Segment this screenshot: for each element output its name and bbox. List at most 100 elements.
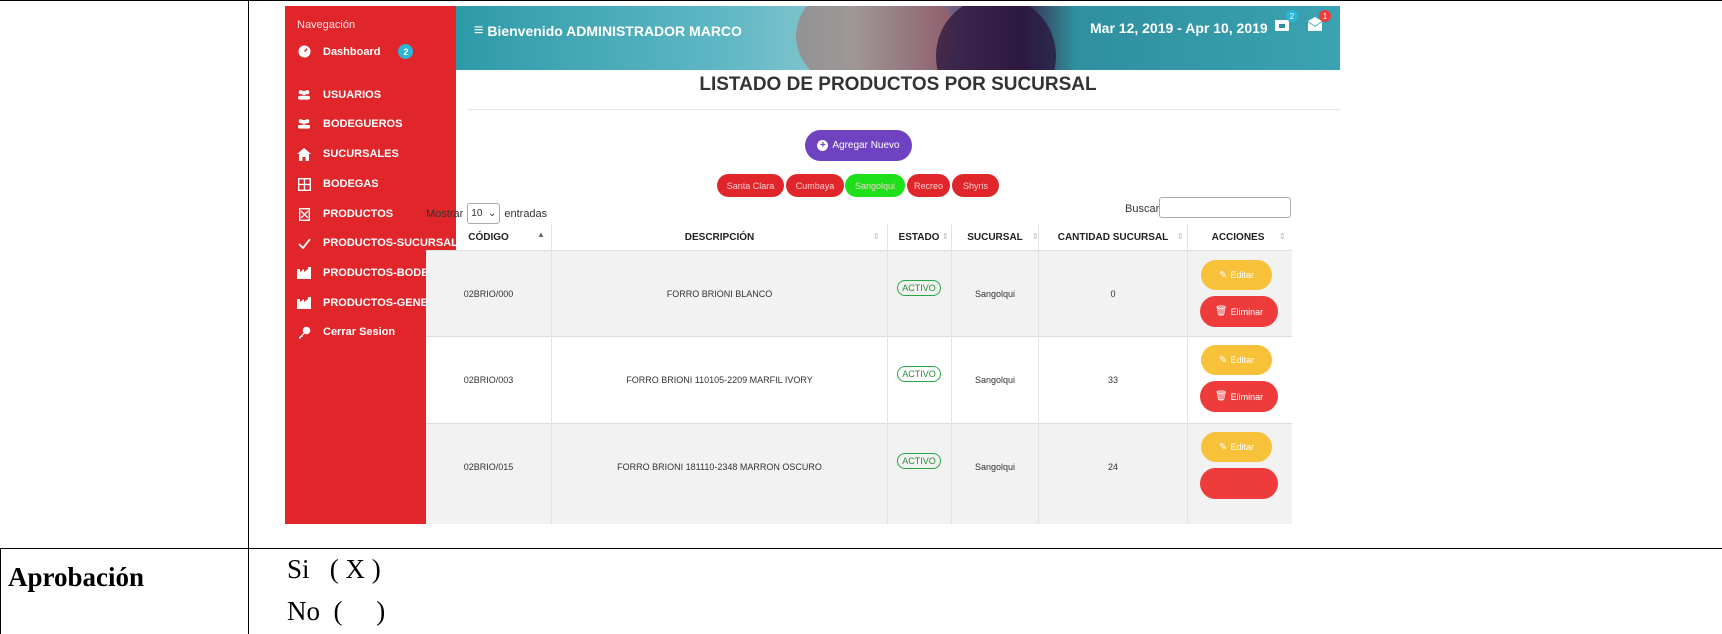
notification-badge: 2 — [1286, 10, 1298, 22]
table-row-divider — [0, 548, 1722, 549]
table-row: 02BRIO/003 FORRO BRIONI 110105-2209 MARF… — [426, 337, 1292, 424]
column-separator — [551, 224, 552, 524]
edit-button[interactable]: ✎ Editar — [1201, 432, 1272, 462]
edit-label: Editar — [1230, 442, 1254, 452]
cell-branch: Sangolqui — [974, 375, 1016, 385]
approval-label: Aprobación — [8, 562, 145, 592]
date-range[interactable]: Mar 12, 2019 - Apr 10, 2019 — [1090, 20, 1268, 36]
header-background-shape — [936, 6, 1056, 70]
app-screenshot: Navegación Dashboard 2 USUARIOS BODEGUER… — [285, 6, 1428, 524]
table-column-divider — [248, 0, 249, 634]
header-background-shape — [796, 6, 956, 70]
page-size-select[interactable]: 10 ⌄ — [467, 203, 501, 224]
sidebar-item-dashboard[interactable]: Dashboard 2 — [297, 44, 414, 59]
sidebar-heading: Navegación — [297, 19, 356, 31]
delete-button[interactable]: 🗑 Eliminar — [1200, 381, 1278, 412]
trash-icon: 🗑 — [1214, 306, 1228, 317]
cell-status: ACTIVO — [888, 331, 950, 417]
table-border-left — [0, 548, 1, 634]
edit-button[interactable]: ✎ Editar — [1201, 260, 1272, 290]
cell-quantity: 0 — [1110, 288, 1116, 299]
column-header-acciones: ACCIONES — [1211, 231, 1265, 243]
add-new-button[interactable]: + Agregar Nuevo — [805, 130, 912, 161]
branch-filter-cumbaya[interactable]: Cumbaya — [786, 174, 844, 197]
branch-filter-sangolqui[interactable]: Sangolqui — [845, 174, 905, 197]
approval-yes: Si ( X ) — [287, 554, 381, 584]
menu-icon[interactable]: ≡ — [474, 22, 483, 40]
sidebar-item-productos[interactable]: PRODUCTOS — [297, 207, 393, 221]
sort-icon[interactable]: ⇕ — [1177, 232, 1184, 241]
messages-badge: 1 — [1319, 10, 1331, 22]
column-separator — [951, 224, 952, 524]
pencil-icon: ✎ — [1219, 269, 1228, 281]
sidebar-item-label: PRODUCTOS — [323, 208, 394, 220]
sort-icon[interactable]: ⇕ — [1279, 232, 1286, 241]
branch-filter-santa-clara[interactable]: Santa Clara — [717, 174, 784, 197]
edit-label: Editar — [1230, 355, 1254, 365]
sidebar-item-productos-bodega[interactable]: PRODUCTOS-BODEGA — [297, 266, 445, 280]
page-title: LISTADO DE PRODUCTOS POR SUCURSAL — [699, 74, 1097, 95]
pencil-icon: ✎ — [1219, 441, 1228, 453]
cell-branch: Sangolqui — [974, 462, 1016, 472]
check-icon — [297, 236, 311, 250]
sidebar-item-label: Cerrar Sesion — [323, 326, 396, 338]
show-entries: Mostrar 10 ⌄ entradas — [426, 203, 547, 224]
cell-description: FORRO BRIONI BLANCO — [666, 288, 773, 299]
cell-code: 02BRIO/015 — [463, 462, 514, 472]
cell-code: 02BRIO/000 — [463, 288, 514, 299]
sidebar-item-cerrar-sesion[interactable]: Cerrar Sesion — [297, 325, 395, 339]
cell-description: FORRO BRIONI 110105-2209 MARFIL IVORY — [626, 375, 813, 385]
sort-icon[interactable]: ⇕ — [873, 232, 880, 241]
cell-status: ACTIVO — [888, 448, 950, 474]
sidebar-item-usuarios[interactable]: USUARIOS — [297, 88, 381, 102]
home-icon — [297, 147, 311, 161]
column-separator — [1187, 224, 1188, 524]
sidebar-item-bodegueros[interactable]: BODEGUEROS — [297, 117, 402, 131]
dashboard-icon — [297, 45, 311, 59]
show-entries-prefix: Mostrar — [426, 207, 464, 220]
welcome-text: ≡ Bienvenido ADMINISTRADOR MARCO — [474, 22, 742, 40]
users-icon — [297, 117, 311, 131]
factory-icon — [297, 296, 311, 310]
sidebar-item-label: USUARIOS — [323, 89, 382, 101]
column-header-sucursal[interactable]: SUCURSAL — [952, 224, 1038, 250]
cell-code: 02BRIO/003 — [463, 375, 514, 385]
page-size-value: 10 — [471, 208, 483, 219]
pencil-icon: ✎ — [1219, 354, 1228, 366]
notification-icon[interactable]: 2 — [1274, 10, 1298, 34]
title-divider — [468, 109, 1340, 110]
table-row: 02BRIO/015 FORRO BRIONI 181110-2348 MARR… — [426, 424, 1292, 524]
column-header-codigo[interactable]: CÓDIGO — [426, 224, 551, 250]
search-label: Buscar: — [1125, 203, 1163, 215]
status-badge: ACTIVO — [897, 279, 941, 296]
table-border-top — [0, 0, 1722, 1]
add-new-label: Agregar Nuevo — [832, 140, 900, 151]
sort-asc-icon[interactable]: ▲ — [537, 230, 545, 239]
edit-button[interactable]: ✎ Editar — [1201, 345, 1272, 375]
delete-button[interactable] — [1200, 468, 1278, 499]
approval-no: No ( ) — [287, 596, 386, 626]
key-icon — [297, 325, 311, 339]
edit-label: Editar — [1230, 270, 1254, 280]
sidebar-item-sucursales[interactable]: SUCURSALES — [297, 147, 399, 161]
column-header-cantidad[interactable]: CANTIDAD SUCURSAL — [1039, 224, 1187, 250]
column-header-descripcion[interactable]: DESCRIPCIÓN — [552, 224, 887, 250]
cell-quantity: 24 — [1107, 462, 1118, 472]
branch-filter-shyris[interactable]: Shyris — [952, 174, 999, 197]
table-row: 02BRIO/000 FORRO BRIONI BLANCO ACTIVO Sa… — [426, 251, 1292, 337]
cell-quantity: 33 — [1107, 375, 1118, 385]
sort-icon[interactable]: ⇕ — [942, 232, 949, 241]
search-input[interactable] — [1159, 197, 1291, 218]
delete-label: Eliminar — [1230, 306, 1264, 317]
status-badge: ACTIVO — [897, 366, 941, 382]
status-badge: ACTIVO — [897, 453, 941, 469]
welcome-label: Bienvenido ADMINISTRADOR MARCO — [487, 23, 742, 39]
branch-filter-recreo[interactable]: Recreo — [907, 174, 950, 197]
cell-branch: Sangolqui — [974, 288, 1016, 299]
delete-button[interactable]: 🗑 Eliminar — [1200, 296, 1278, 327]
messages-icon[interactable]: 1 — [1307, 10, 1331, 34]
sidebar-item-label: SUCURSALES — [323, 148, 399, 160]
sidebar-item-bodegas[interactable]: BODEGAS — [297, 177, 379, 191]
grid-icon — [297, 177, 311, 191]
trash-icon: 🗑 — [1214, 391, 1228, 402]
